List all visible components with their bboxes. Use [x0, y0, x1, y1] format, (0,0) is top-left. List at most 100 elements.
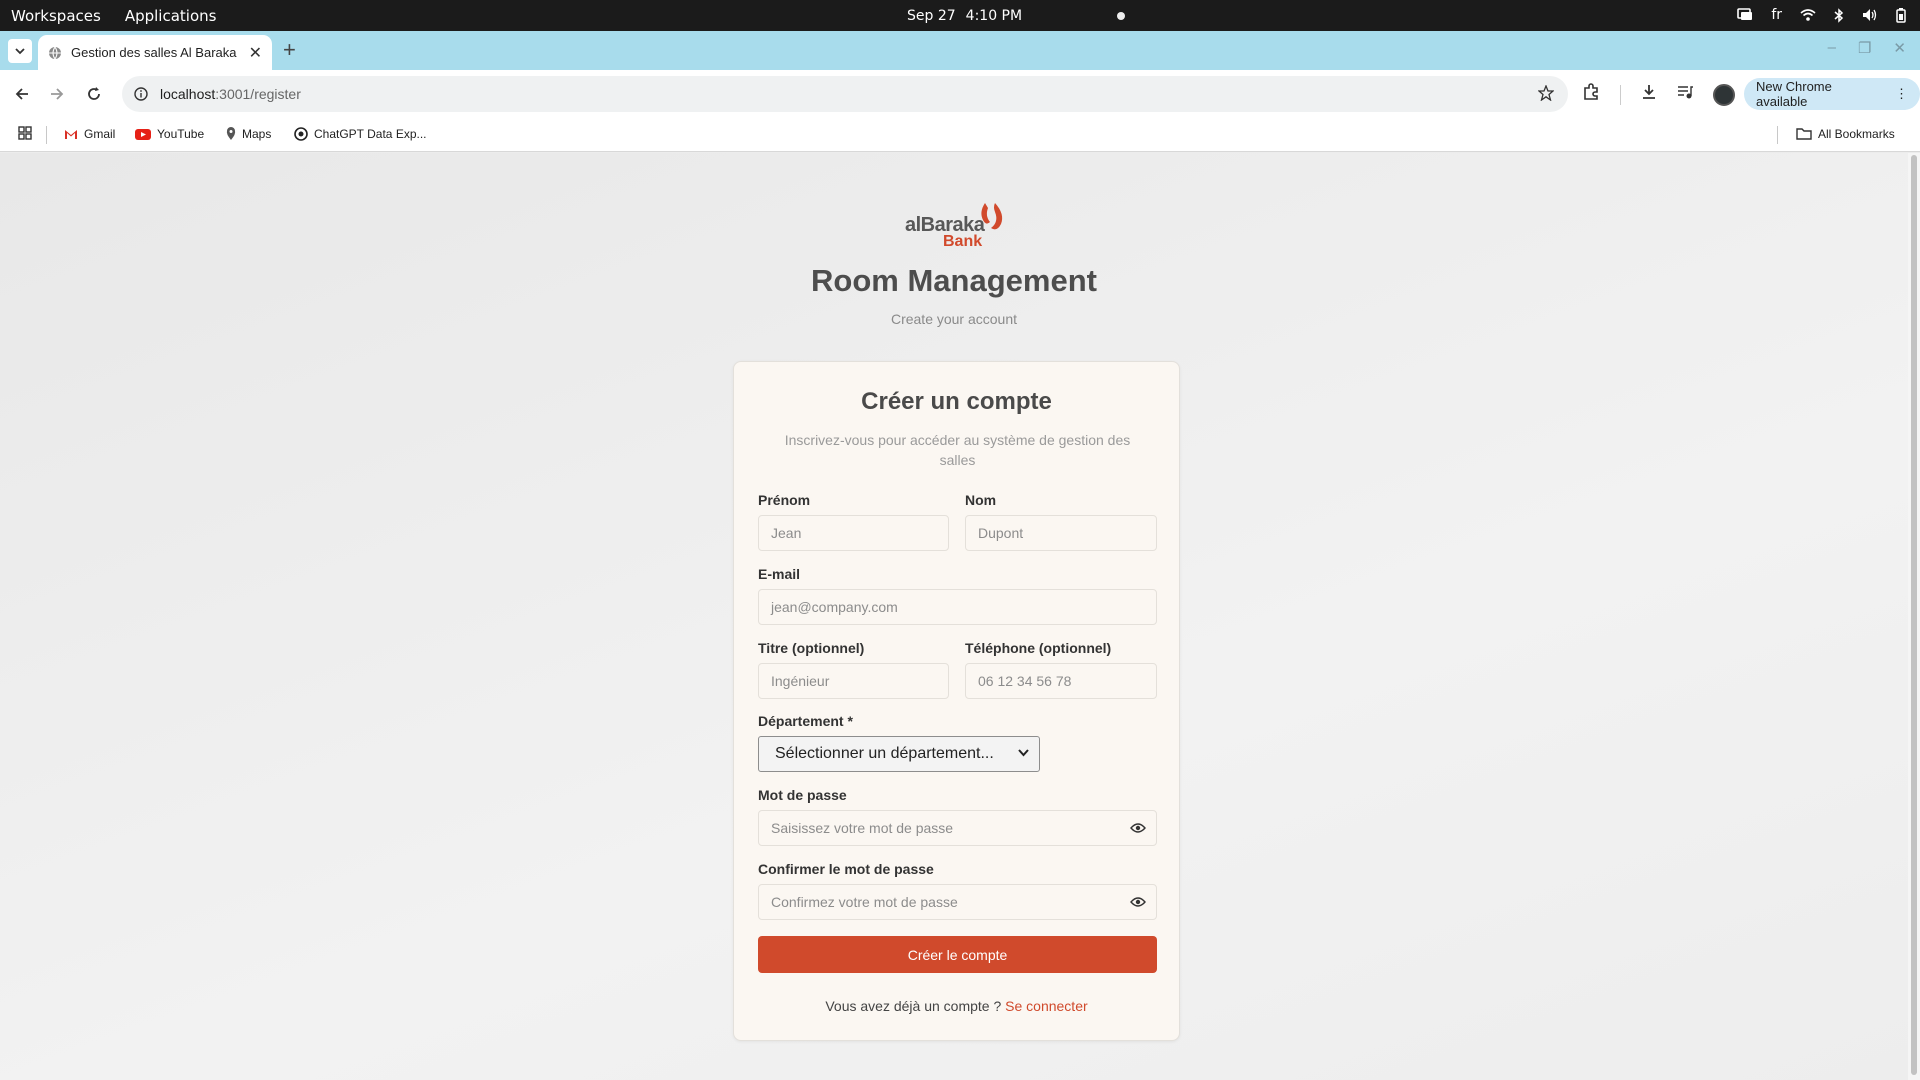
arrow-right-icon	[51, 88, 64, 100]
app-title: Room Management	[811, 263, 1097, 298]
bookmark-label: Gmail	[84, 127, 116, 141]
create-account-label: Créer le compte	[907, 946, 1008, 963]
email-input[interactable]: jean@company.com	[758, 589, 1157, 625]
url-path: :3001/register	[215, 86, 301, 102]
last-name-input[interactable]: Dupont	[965, 515, 1157, 551]
map-pin-icon	[226, 127, 236, 140]
os-top-bar: Workspaces Applications Sep 27 4:10 PM f…	[0, 0, 1920, 31]
password-input[interactable]: Saisissez votre mot de passe	[758, 810, 1157, 846]
wifi-icon[interactable]	[1800, 8, 1816, 22]
eye-icon[interactable]	[1130, 822, 1146, 834]
confirm-password-input[interactable]: Confirmez votre mot de passe	[758, 884, 1157, 920]
bookmark-star-icon[interactable]	[1538, 85, 1554, 101]
bookmark-gmail[interactable]: Gmail	[64, 127, 115, 141]
first-name-label: Prénom	[758, 492, 811, 508]
bookmark-label: Maps	[242, 127, 272, 141]
bluetooth-icon[interactable]	[1834, 7, 1844, 23]
chrome-update-button[interactable]: New Chrome available ⋮	[1744, 78, 1920, 110]
browser-toolbar: localhost:3001/register New Chrome avail…	[0, 70, 1920, 118]
confirm-password-placeholder: Confirmez votre mot de passe	[771, 894, 958, 910]
bookmark-maps[interactable]: Maps	[226, 127, 271, 141]
job-title-label: Titre (optionnel)	[758, 640, 865, 656]
phone-placeholder: 06 12 34 56 78	[978, 673, 1072, 689]
screen-share-icon[interactable]	[1737, 8, 1753, 22]
login-prompt: Vous avez déjà un compte ? Se connecter	[734, 998, 1179, 1014]
window-close-icon[interactable]: ✕	[1893, 39, 1906, 57]
clock-date: Sep 27	[907, 8, 956, 24]
apps-grid-icon[interactable]	[18, 126, 32, 140]
minimize-icon[interactable]: –	[1828, 39, 1836, 57]
keyboard-layout-indicator[interactable]: fr	[1771, 7, 1782, 23]
extensions-icon[interactable]	[1582, 83, 1600, 106]
tab-search-button[interactable]	[8, 39, 32, 63]
albaraka-drop-icon	[981, 203, 1003, 230]
clock[interactable]: Sep 27 4:10 PM	[907, 8, 1126, 24]
first-name-placeholder: Jean	[771, 525, 802, 541]
last-name-placeholder: Dupont	[978, 525, 1024, 541]
form-title: Créer un compte	[861, 388, 1052, 415]
media-controls-icon[interactable]	[1677, 84, 1693, 105]
app-subtitle: Create your account	[890, 311, 1018, 327]
department-selected-value: Sélectionner un département...	[775, 745, 994, 762]
download-icon[interactable]	[1641, 84, 1657, 105]
all-bookmarks[interactable]: All Bookmarks	[1796, 127, 1895, 141]
url-host: localhost	[160, 86, 216, 102]
battery-icon[interactable]	[1896, 7, 1906, 23]
clock-time: 4:10 PM	[965, 8, 1023, 24]
back-button[interactable]	[11, 83, 33, 105]
page-scrollbar[interactable]	[1908, 153, 1920, 1080]
password-placeholder: Saisissez votre mot de passe	[771, 820, 954, 836]
password-label: Mot de passe	[758, 787, 847, 803]
chevron-down-icon	[15, 47, 25, 54]
scrollbar-thumb[interactable]	[1911, 155, 1917, 1075]
globe-icon	[49, 46, 61, 60]
register-card: Créer un compte Inscrivez-vous pour accé…	[733, 361, 1180, 1041]
maximize-icon[interactable]: ❐	[1858, 39, 1871, 57]
applications-menu[interactable]: Applications	[125, 7, 217, 25]
bookmark-chatgpt[interactable]: ChatGPT Data Exp...	[294, 127, 427, 141]
create-account-button[interactable]: Créer le compte	[758, 936, 1157, 973]
job-title-placeholder: Ingénieur	[771, 673, 830, 689]
volume-icon[interactable]	[1862, 8, 1878, 22]
bookmark-divider	[1777, 126, 1778, 144]
profile-avatar[interactable]	[1713, 83, 1735, 106]
new-tab-button[interactable]: +	[283, 37, 296, 63]
eye-icon[interactable]	[1130, 896, 1146, 908]
confirm-password-label: Confirmer le mot de passe	[758, 861, 934, 877]
chrome-update-label: New Chrome available	[1756, 79, 1832, 109]
site-info-icon[interactable]	[134, 87, 148, 101]
arrow-left-icon	[15, 88, 28, 100]
login-link[interactable]: Se connecter	[1005, 998, 1088, 1014]
tab-strip: Gestion des salles Al Baraka ✕ + – ❐ ✕	[0, 31, 1920, 70]
form-subtitle: Inscrivez-vous pour accéder au système d…	[784, 432, 1131, 468]
email-label: E-mail	[758, 566, 801, 582]
bookmark-divider	[46, 126, 47, 144]
reload-button[interactable]	[83, 83, 105, 105]
bookmark-label: YouTube	[157, 127, 205, 141]
reload-icon	[88, 87, 100, 100]
kebab-menu-icon: ⋮	[1895, 86, 1908, 101]
tab-close-icon[interactable]: ✕	[249, 43, 262, 63]
bookmark-youtube[interactable]: YouTube	[135, 127, 204, 141]
department-label: Département *	[758, 713, 853, 729]
workspaces-menu[interactable]: Workspaces	[11, 7, 101, 25]
albaraka-logo: alBaraka Bank	[903, 200, 1013, 252]
chatgpt-icon	[294, 127, 308, 141]
all-bookmarks-label: All Bookmarks	[1818, 127, 1895, 141]
toolbar-divider	[1620, 84, 1621, 105]
tab-title: Gestion des salles Al Baraka	[71, 45, 237, 60]
bookmark-label: ChatGPT Data Exp...	[314, 127, 427, 141]
department-select[interactable]: Sélectionner un département...	[758, 736, 1040, 772]
address-bar[interactable]: localhost:3001/register	[122, 76, 1568, 112]
job-title-input[interactable]: Ingénieur	[758, 663, 949, 699]
phone-input[interactable]: 06 12 34 56 78	[965, 663, 1157, 699]
forward-button[interactable]	[46, 83, 68, 105]
gmail-icon	[65, 129, 77, 139]
notification-dot-icon	[1117, 12, 1126, 20]
chevron-down-icon	[1018, 749, 1029, 757]
last-name-label: Nom	[965, 492, 997, 508]
email-placeholder: jean@company.com	[771, 599, 898, 615]
first-name-input[interactable]: Jean	[758, 515, 949, 551]
tab-active[interactable]: Gestion des salles Al Baraka ✕	[38, 35, 272, 70]
bookmarks-bar: Gmail YouTube Maps ChatGPT Data Exp... A…	[0, 118, 1920, 152]
